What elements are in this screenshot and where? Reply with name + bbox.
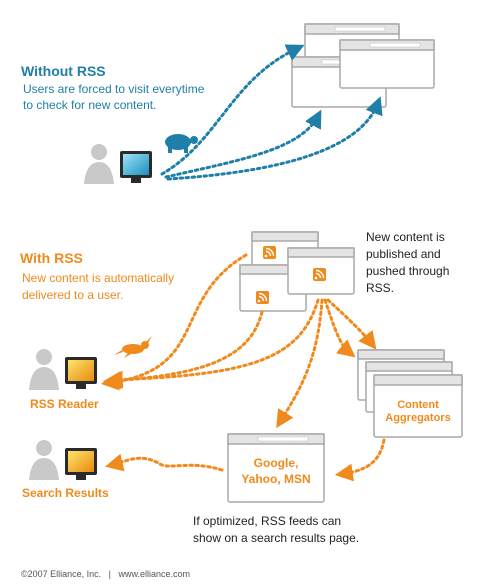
publish-note-line4: RSS. [366, 281, 395, 295]
push-arrow [104, 298, 320, 389]
browser-window-icon [339, 39, 435, 89]
request-arrow [160, 44, 305, 176]
publish-note-line2: published and [366, 247, 441, 261]
without-rss-desc-line2: to check for new content. [23, 98, 157, 112]
aggregators-label-line1: Content [397, 399, 439, 411]
without-rss-desc-line1: Users are forced to visit everytime [23, 82, 205, 96]
push-arrow [334, 438, 386, 482]
person-icon [84, 144, 114, 184]
rss-feed-icon [263, 246, 276, 259]
rss-feed-icon [313, 268, 326, 281]
publish-note-line3: pushed through [366, 264, 450, 278]
push-arrow [104, 453, 224, 472]
search-note-line1: If optimized, RSS feeds can [193, 514, 342, 528]
search-note-line2: show on a search results page. [193, 531, 360, 545]
monitor-icon [120, 151, 152, 183]
with-rss-desc-line2: delivered to a user. [22, 288, 124, 302]
with-rss-title: With RSS [20, 250, 83, 266]
search-results-label: Search Results [22, 486, 109, 500]
engines-label-line1: Google, [253, 456, 299, 470]
monitor-icon [65, 448, 97, 480]
rabbit-icon [114, 336, 152, 358]
rss-reader-label: RSS Reader [30, 397, 99, 411]
aggregators-label-line2: Aggregators [385, 412, 451, 424]
push-arrow [276, 298, 324, 429]
footer-credit: ©2007 Elliance, Inc. | www.elliance.com [21, 569, 191, 579]
monitor-icon [65, 357, 97, 389]
push-arrow [326, 298, 377, 350]
engines-label-line2: Yahoo, MSN [241, 472, 311, 486]
request-arrow [164, 109, 322, 179]
person-icon [29, 440, 59, 480]
publish-note-line1: New content is [366, 230, 445, 244]
without-rss-title: Without RSS [21, 63, 106, 79]
person-icon [29, 349, 59, 390]
rss-feed-icon [256, 291, 269, 304]
with-rss-desc-line1: New content is automatically [22, 271, 175, 285]
